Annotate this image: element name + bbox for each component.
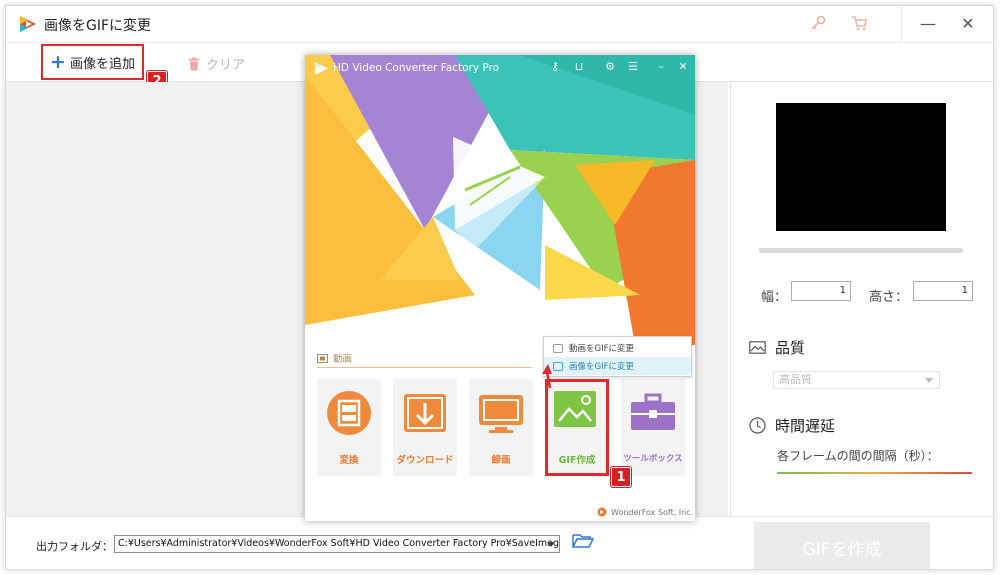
- hd-close-button[interactable]: ✕: [676, 60, 690, 73]
- menu-item-video-to-gif-label: 動画をGIFに変更: [569, 344, 634, 354]
- wonderfox-logo-icon: [597, 507, 607, 517]
- close-button[interactable]: ✕: [956, 13, 980, 35]
- quality-section-title: 品質: [749, 337, 805, 358]
- output-folder-field[interactable]: C:¥Users¥Administrator¥Videos¥WonderFox …: [114, 535, 560, 553]
- monitor-record-icon: [479, 395, 523, 433]
- film-convert-icon: [327, 391, 371, 435]
- download-icon: [404, 394, 446, 432]
- film-icon: [317, 353, 328, 363]
- app-logo-icon: [20, 16, 36, 32]
- menu-item-image-to-gif-label: 画像をGIFに変更: [569, 362, 634, 372]
- menu-item-image-to-gif[interactable]: 画像をGIFに変更: [544, 357, 691, 375]
- hd-gear-icon[interactable]: ⚙: [603, 60, 617, 73]
- plus-icon: +: [50, 50, 66, 73]
- chevron-down-icon[interactable]: [543, 536, 559, 552]
- image-icon: [749, 341, 766, 354]
- preview-seek-bar[interactable]: [759, 248, 963, 253]
- menu-item-video-to-gif[interactable]: 動画をGIFに変更: [544, 339, 691, 357]
- frame-interval-label: 各フレームの間の間隔（秒）：: [777, 449, 939, 463]
- minimize-button[interactable]: —: [916, 13, 940, 35]
- tile-toolbox-label: ツールボックス: [623, 454, 683, 464]
- preview-window: [776, 103, 946, 231]
- delay-section-title: 時間遅延: [749, 415, 835, 436]
- wonderfox-footer-text: WonderFox Soft, Inc.: [611, 507, 694, 517]
- output-folder-label: 出力フォルダ：: [36, 540, 113, 553]
- height-input[interactable]: 1: [913, 281, 973, 301]
- settings-panel: 幅： 1 高さ： 1 品質 高品質 時間遅延 各フレームの間の間隔（秒）：: [730, 82, 993, 516]
- video-icon: [553, 343, 563, 353]
- window-title: 画像をGIFに変更: [44, 18, 152, 34]
- hd-window-title: HD Video Converter Factory Pro: [333, 62, 500, 74]
- cart-icon[interactable]: [849, 14, 869, 34]
- output-bar: 出力フォルダ： C:¥Users¥Administrator¥Videos¥Wo…: [6, 516, 993, 569]
- key-icon[interactable]: [808, 14, 828, 34]
- clear-label: クリア: [206, 58, 246, 73]
- width-label: 幅：: [761, 290, 788, 305]
- hd-logo-icon: [315, 62, 328, 75]
- tile-convert[interactable]: 変換: [317, 379, 381, 476]
- gif-image-icon: [554, 391, 596, 427]
- hd-cart-icon[interactable]: ⊔: [572, 60, 586, 73]
- tile-gif-maker[interactable]: GIF作成: [545, 379, 609, 476]
- step-badge-1: 1: [611, 467, 631, 487]
- tile-gif-maker-label: GIF作成: [558, 455, 596, 466]
- width-input[interactable]: 1: [791, 281, 851, 301]
- height-label: 高さ：: [869, 290, 909, 305]
- quality-title-text: 品質: [775, 339, 806, 357]
- tile-convert-label: 変換: [339, 455, 359, 466]
- tile-record-label: 録画: [491, 455, 511, 466]
- gif-popup-menu: 動画をGIFに変更 画像をGIFに変更: [543, 336, 692, 377]
- hd-converter-window: HD Video Converter Factory Pro ⚷ ⊔ ⚙ ☰ –…: [305, 55, 695, 521]
- frame-interval-slider[interactable]: [777, 472, 972, 474]
- folder-open-icon[interactable]: [572, 533, 594, 549]
- chevron-down-icon: [925, 378, 933, 383]
- hd-minimize-button[interactable]: –: [654, 60, 668, 73]
- toolbox-icon: [631, 393, 675, 430]
- clear-button[interactable]: クリア: [188, 54, 245, 73]
- hd-banner-art: [305, 55, 695, 345]
- hd-key-icon[interactable]: ⚷: [548, 60, 562, 73]
- titlebar-divider: [901, 6, 902, 42]
- quality-select[interactable]: 高品質: [773, 371, 940, 389]
- video-section-header: 動画: [317, 351, 352, 365]
- add-image-label: 画像を追加: [69, 56, 135, 72]
- hd-list-icon[interactable]: ☰: [626, 60, 640, 73]
- add-image-button[interactable]: + 画像を追加: [41, 44, 144, 80]
- output-path-text: C:¥Users¥Administrator¥Videos¥WonderFox …: [118, 538, 560, 549]
- trash-icon: [189, 57, 199, 70]
- image-icon: [553, 361, 563, 371]
- tile-download-label: ダウンロード: [396, 455, 454, 466]
- section-divider: [317, 367, 532, 368]
- title-bar: 画像をGIFに変更 — ✕: [6, 6, 993, 42]
- quality-value: 高品質: [779, 373, 812, 386]
- clock-icon: [749, 417, 766, 434]
- wonderfox-footer: WonderFox Soft, Inc.: [597, 507, 693, 517]
- delay-title-text: 時間遅延: [775, 417, 836, 435]
- video-section-label: 動画: [333, 354, 353, 365]
- tile-download[interactable]: ダウンロード: [393, 379, 457, 476]
- create-gif-button[interactable]: GIFを作成: [754, 522, 930, 569]
- tile-toolbox[interactable]: ツールボックス: [621, 379, 685, 476]
- tile-record[interactable]: 録画: [469, 379, 533, 476]
